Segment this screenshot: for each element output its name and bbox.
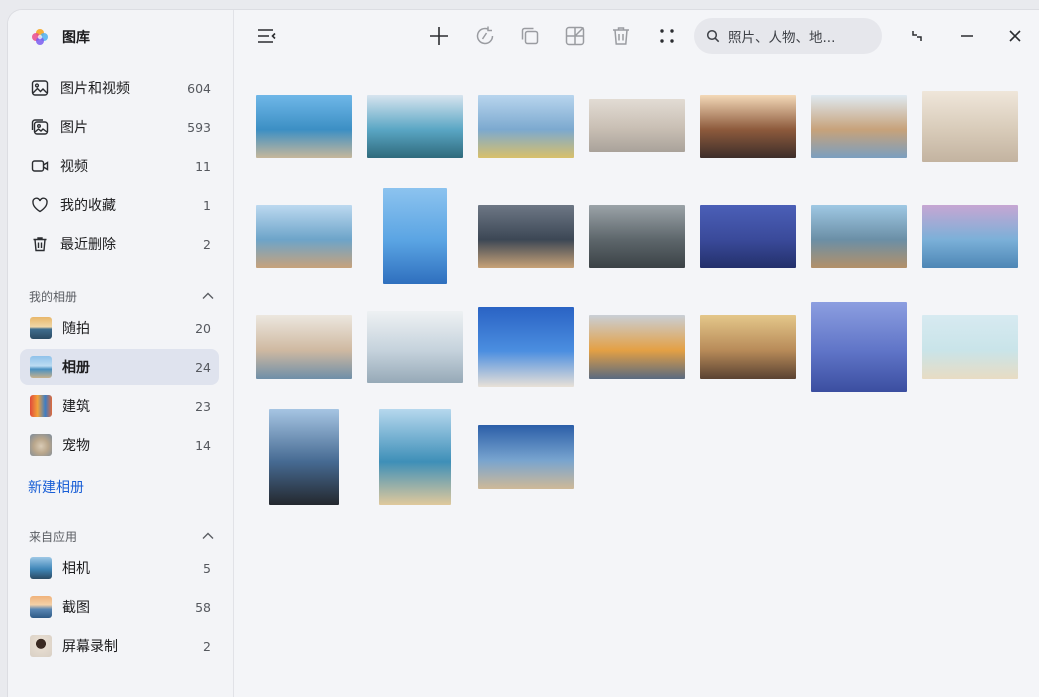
sidebar-item-label: 图片 (60, 120, 88, 136)
sidebar-item-album-pets[interactable]: 宠物 14 (20, 427, 219, 463)
sidebar-item-count: 2 (203, 638, 211, 654)
photo-grid (234, 62, 1039, 697)
woman-curly-hair-photo[interactable] (700, 315, 796, 379)
sidebar-item-count: 23 (195, 398, 211, 414)
sidebar-item-label: 屏幕录制 (62, 639, 118, 655)
sidebar-item-label: 图片和视频 (60, 81, 130, 97)
sidebar-item-count: 1 (203, 197, 211, 213)
more-icon[interactable] (656, 25, 678, 47)
gallery-logo-icon (32, 29, 48, 45)
rotate-icon[interactable] (474, 25, 496, 47)
close-icon[interactable] (1004, 25, 1026, 47)
sidebar-toggle-icon[interactable] (256, 25, 278, 47)
sidebar-item-count: 2 (203, 236, 211, 252)
sidebar-item-album-architecture[interactable]: 建筑 23 (20, 388, 219, 424)
app-title: 图库 (62, 30, 90, 46)
starfish-beach-photo[interactable] (922, 315, 1018, 379)
sidebar-item-label: 随拍 (62, 321, 90, 337)
sidebar-item-count: 11 (195, 158, 211, 174)
from-apps-header[interactable]: 来自应用 (29, 526, 215, 546)
sidebar-item-count: 593 (187, 119, 211, 135)
photos-icon (30, 117, 50, 137)
sidebar-item-label: 宠物 (62, 438, 90, 454)
chevron-up-icon (202, 292, 214, 299)
sidebar: 图库 图片和视频 604 图片 593 视频 11 我的收藏 1 最近删除 2 … (8, 10, 234, 697)
trash-icon (30, 234, 50, 254)
sidebar-item-recently-deleted[interactable]: 最近删除 2 (20, 226, 219, 262)
wall-shelves-photo[interactable] (922, 91, 1018, 162)
sidebar-item-label: 最近删除 (60, 237, 116, 253)
mother-child-photo[interactable] (256, 315, 352, 379)
search-icon (706, 29, 720, 43)
man-jumping-photo[interactable] (478, 307, 574, 387)
sidebar-item-count: 14 (195, 437, 211, 453)
image-icon (30, 78, 50, 98)
skateboarder-photo[interactable] (478, 425, 574, 489)
woman-smiling-phone-photo[interactable] (589, 315, 685, 379)
add-icon[interactable] (428, 25, 450, 47)
sidebar-item-label: 建筑 (62, 399, 90, 415)
sidebar-item-album-albums[interactable]: 相册 24 (20, 349, 219, 385)
section-label: 我的相册 (29, 289, 78, 304)
succulent-photo[interactable] (811, 302, 907, 392)
boy-jumping-blue-photo[interactable] (383, 188, 447, 284)
woman-with-hat-photo[interactable] (811, 95, 907, 158)
delete-icon[interactable] (610, 25, 632, 47)
search-placeholder: 照片、人物、地... (728, 30, 836, 46)
sunrays-clouds-photo[interactable] (589, 205, 685, 268)
new-album-link[interactable]: 新建相册 (28, 477, 84, 497)
gallery-window: 图库 图片和视频 604 图片 593 视频 11 我的收藏 1 最近删除 2 … (8, 10, 1039, 697)
sidebar-item-videos[interactable]: 视频 11 (20, 148, 219, 184)
sidebar-item-album-snapshots[interactable]: 随拍 20 (20, 310, 219, 346)
album-thumbnail (30, 635, 52, 657)
sidebar-item-favorites[interactable]: 我的收藏 1 (20, 187, 219, 223)
sidebar-item-count: 24 (195, 359, 211, 375)
sidebar-item-count: 604 (187, 80, 211, 96)
heart-icon (30, 195, 50, 215)
collage-icon[interactable] (564, 25, 586, 47)
bullet-train-photo[interactable] (700, 95, 796, 158)
toolbar: 照片、人物、地... (234, 10, 1039, 62)
woman-on-pier-photo[interactable] (256, 95, 352, 158)
reflection-jump-photo[interactable] (478, 95, 574, 158)
album-thumbnail (30, 317, 52, 339)
minimize-icon[interactable] (956, 25, 978, 47)
sidebar-item-screenshots[interactable]: 截图 58 (20, 589, 219, 625)
cliff-jump-silhouette-photo[interactable] (269, 409, 339, 505)
sidebar-item-screen-recordings[interactable]: 屏幕录制 2 (20, 628, 219, 664)
sidebar-item-all-media[interactable]: 图片和视频 604 (20, 70, 219, 106)
album-thumbnail (30, 557, 52, 579)
album-thumbnail (30, 395, 52, 417)
sidebar-item-label: 相册 (62, 360, 90, 376)
daydream-sign-photo[interactable] (811, 205, 907, 268)
video-icon (30, 156, 50, 176)
copy-icon[interactable] (519, 25, 541, 47)
sidebar-item-label: 相机 (62, 561, 90, 577)
sidebar-item-photos[interactable]: 图片 593 (20, 109, 219, 145)
my-albums-header[interactable]: 我的相册 (29, 286, 215, 306)
surfer-sunset-photo[interactable] (478, 205, 574, 268)
lifeguard-tower-photo[interactable] (379, 409, 451, 505)
app-header: 图库 (30, 26, 90, 48)
sidebar-item-label: 我的收藏 (60, 198, 116, 214)
section-label: 来自应用 (29, 529, 78, 544)
sidebar-item-label: 视频 (60, 159, 88, 175)
pier-sunset-photo[interactable] (922, 205, 1018, 268)
sidebar-item-count: 5 (203, 560, 211, 576)
arch-architecture-photo[interactable] (589, 99, 685, 152)
sidebar-item-camera[interactable]: 相机 5 (20, 550, 219, 586)
album-thumbnail (30, 596, 52, 618)
sidebar-item-count: 58 (195, 599, 211, 615)
restore-icon[interactable] (906, 25, 928, 47)
sidebar-item-count: 20 (195, 320, 211, 336)
dandelion-photo[interactable] (367, 311, 463, 383)
blueberries-photo[interactable] (700, 205, 796, 268)
chevron-up-icon (202, 532, 214, 539)
search-input[interactable]: 照片、人物、地... (694, 18, 882, 54)
album-thumbnail (30, 356, 52, 378)
city-beach-seagulls-photo[interactable] (256, 205, 352, 268)
album-thumbnail (30, 434, 52, 456)
mountain-lake-photo[interactable] (367, 95, 463, 158)
sidebar-item-label: 截图 (62, 600, 90, 616)
